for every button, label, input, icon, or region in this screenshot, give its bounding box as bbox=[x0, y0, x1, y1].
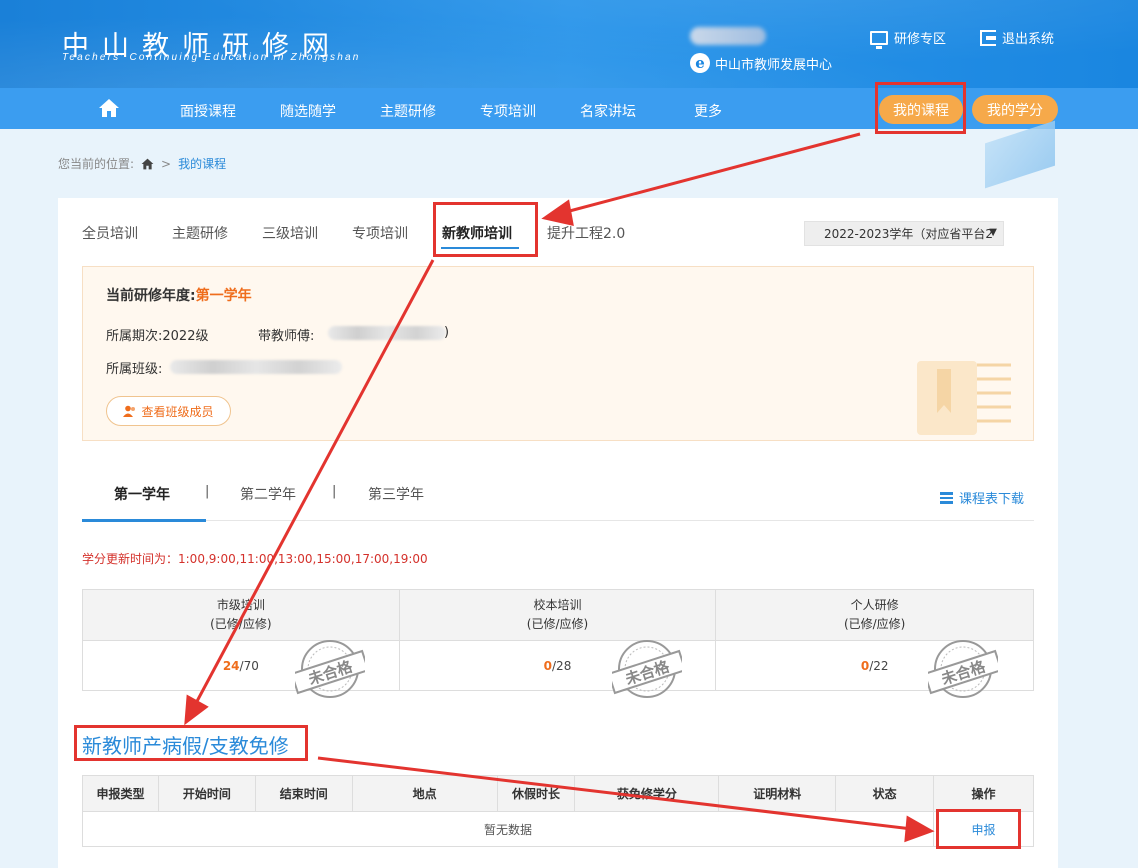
ie-logo-icon: e bbox=[690, 53, 710, 73]
annotation-box-leave-title bbox=[74, 725, 308, 761]
class-label: 所属班级: bbox=[106, 362, 163, 377]
download-list-icon bbox=[940, 491, 953, 504]
col-status: 状态 bbox=[835, 775, 935, 812]
fail-stamp: 未合格 bbox=[295, 640, 365, 698]
breadcrumb-current[interactable]: 我的课程 bbox=[178, 155, 226, 172]
schedule-download-link[interactable]: 课程表下载 bbox=[940, 488, 1024, 507]
period-row: 所属期次:2022级 bbox=[106, 325, 208, 344]
header-title: 校本培训 bbox=[533, 598, 582, 612]
nav-item-more[interactable]: 更多 bbox=[694, 101, 722, 121]
monitor-icon bbox=[870, 30, 888, 49]
school-year-select[interactable]: 2022-2023学年（对应省平台2 ▼ bbox=[804, 221, 1004, 246]
credit-table: 市级培训 (已修/应修) 校本培训 (已修/应修) 个人研修 (已修/应修) 24/7… bbox=[82, 589, 1034, 691]
credit-header-personal: 个人研修 (已修/应修) bbox=[715, 589, 1034, 641]
credit-done: 0 bbox=[860, 658, 870, 673]
annotation-box-new-teacher-tab bbox=[433, 202, 538, 257]
col-end: 结束时间 bbox=[254, 775, 353, 812]
year-tab-second[interactable]: 第二学年 bbox=[240, 484, 296, 504]
my-credits-button[interactable]: 我的学分 bbox=[972, 95, 1058, 124]
period-value: 2022级 bbox=[162, 329, 209, 344]
nav-item-self-study[interactable]: 随选随学 bbox=[280, 101, 336, 121]
year-tab-active-indicator bbox=[82, 519, 206, 522]
members-icon bbox=[123, 405, 136, 417]
book-decoration-icon bbox=[917, 361, 1011, 435]
year-tab-third[interactable]: 第三学年 bbox=[368, 484, 424, 504]
col-action: 操作 bbox=[933, 775, 1034, 812]
credit-header-city: 市级培训 (已修/应修) bbox=[82, 589, 400, 641]
annotation-box-my-courses bbox=[875, 82, 966, 134]
breadcrumb-label: 您当前的位置: bbox=[58, 157, 135, 171]
breadcrumb: 您当前的位置: > 我的课程 bbox=[58, 155, 226, 172]
credit-required: /70 bbox=[239, 658, 259, 673]
organization-name: 中山市教师发展中心 bbox=[715, 57, 833, 73]
school-year-value: 2022-2023学年（对应省平台2 bbox=[824, 227, 994, 241]
header-sub: (已修/应修) bbox=[210, 617, 272, 631]
tab-three-level[interactable]: 三级培训 bbox=[262, 223, 318, 243]
nav-item-face-courses[interactable]: 面授课程 bbox=[180, 101, 236, 121]
header-sub: (已修/应修) bbox=[526, 617, 589, 631]
year-tabs-divider bbox=[82, 520, 1034, 521]
user-name-blurred bbox=[690, 27, 766, 45]
nav-item-special-training[interactable]: 专项培训 bbox=[480, 101, 536, 121]
logout-link[interactable]: 退出系统 bbox=[980, 28, 1054, 47]
col-type: 申报类型 bbox=[82, 775, 159, 812]
breadcrumb-home-icon[interactable] bbox=[141, 158, 154, 170]
decorative-shape bbox=[985, 120, 1055, 189]
mentor-paren: ) bbox=[444, 325, 450, 340]
study-zone-link[interactable]: 研修专区 bbox=[870, 28, 947, 49]
credit-done: 0 bbox=[543, 658, 553, 673]
schedule-download-label: 课程表下载 bbox=[959, 492, 1025, 507]
empty-row: 暂无数据 bbox=[81, 811, 935, 847]
tab-special[interactable]: 专项培训 bbox=[352, 223, 408, 243]
view-members-button[interactable]: 查看班级成员 bbox=[106, 396, 231, 426]
credit-required: /22 bbox=[869, 658, 889, 673]
tab-all-staff[interactable]: 全员培训 bbox=[82, 223, 138, 243]
logout-icon bbox=[980, 29, 996, 46]
mentor-name-blurred bbox=[328, 326, 446, 340]
current-year-title: 当前研修年度:第一学年 bbox=[106, 285, 252, 305]
fail-stamp: 未合格 bbox=[928, 640, 998, 698]
organization-label: e 中山市教师发展中心 bbox=[690, 53, 832, 73]
current-year-label: 当前研修年度: bbox=[106, 288, 196, 304]
home-icon[interactable] bbox=[98, 98, 120, 118]
nav-item-lectures[interactable]: 名家讲坛 bbox=[580, 101, 636, 121]
leave-table: 申报类型 开始时间 结束时间 地点 休假时长 获免修学分 证明材料 状态 操作 … bbox=[81, 775, 1034, 847]
class-name-blurred bbox=[170, 360, 342, 374]
fail-stamp: 未合格 bbox=[612, 640, 682, 698]
col-proof: 证明材料 bbox=[718, 775, 837, 812]
credit-header-school: 校本培训 (已修/应修) bbox=[398, 589, 717, 641]
col-duration: 休假时长 bbox=[496, 775, 576, 812]
dropdown-arrow-icon: ▼ bbox=[989, 227, 997, 238]
view-members-label: 查看班级成员 bbox=[141, 404, 214, 419]
col-credits: 获免修学分 bbox=[574, 775, 720, 812]
header-title: 个人研修 bbox=[850, 598, 899, 612]
study-zone-label: 研修专区 bbox=[894, 32, 947, 47]
credit-required: /28 bbox=[552, 658, 572, 673]
credit-done: 24 bbox=[222, 658, 240, 673]
tab-themed[interactable]: 主题研修 bbox=[172, 223, 228, 243]
col-start: 开始时间 bbox=[157, 775, 256, 812]
current-year-value: 第一学年 bbox=[195, 288, 252, 304]
year-tab-separator: | bbox=[332, 484, 337, 499]
logout-label: 退出系统 bbox=[1002, 32, 1055, 47]
year-tab-first[interactable]: 第一学年 bbox=[114, 484, 170, 504]
col-location: 地点 bbox=[351, 775, 498, 812]
year-tab-separator: | bbox=[205, 484, 210, 499]
header-title: 市级培训 bbox=[216, 598, 265, 612]
annotation-box-apply bbox=[936, 809, 1021, 849]
mentor-label: 带教师傅: bbox=[258, 329, 315, 344]
credit-update-note: 学分更新时间为：1:00,9:00,11:00,13:00,15:00,17:0… bbox=[82, 552, 428, 566]
tab-upgrade-2[interactable]: 提升工程2.0 bbox=[547, 223, 625, 243]
period-label: 所属期次: bbox=[106, 329, 163, 344]
header-sub: (已修/应修) bbox=[843, 617, 906, 631]
nav-item-themed-study[interactable]: 主题研修 bbox=[380, 101, 436, 121]
site-logo-subtitle: Teachers' Continuing Education in Zhongs… bbox=[62, 52, 361, 63]
breadcrumb-separator: > bbox=[161, 156, 172, 171]
main-nav bbox=[0, 88, 1138, 129]
